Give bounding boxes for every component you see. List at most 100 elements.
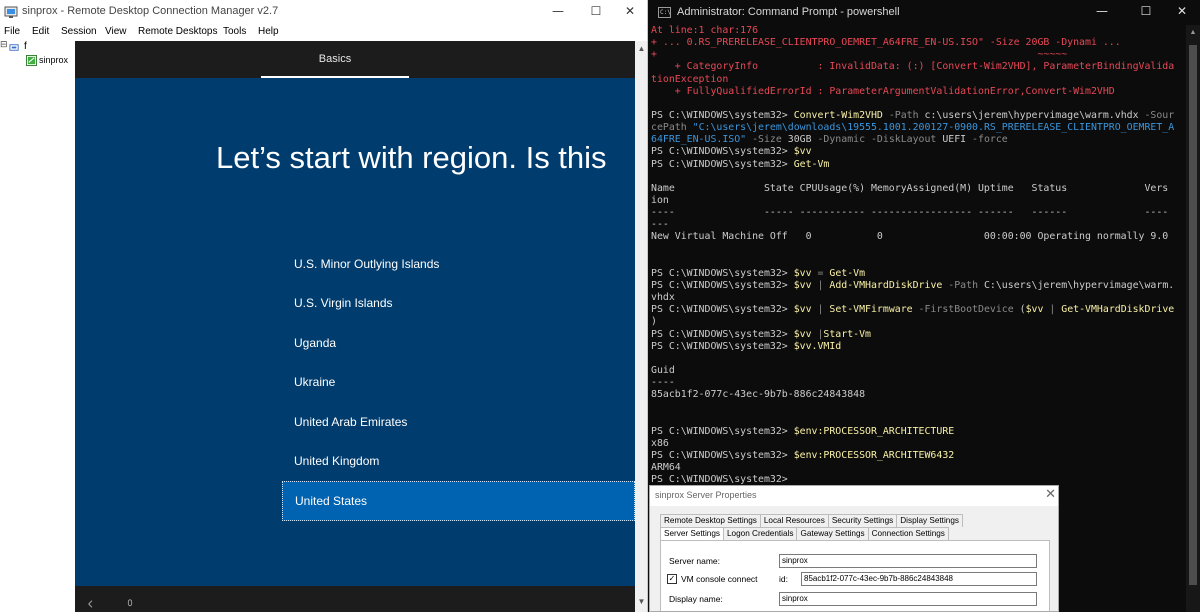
console-line: + CategoryInfo : InvalidData: (:) [Conve…: [651, 61, 1186, 73]
vm-console-checkbox[interactable]: ✓: [667, 574, 677, 584]
vm-id-input[interactable]: 85acb1f2-077c-43ec-9b7b-886c24843848: [801, 572, 1037, 586]
region-item[interactable]: U.S. Virgin Islands: [282, 284, 635, 323]
console-text: PS C:\WINDOWS\system32>: [651, 328, 794, 340]
tab-logon-credentials[interactable]: Logon Credentials: [722, 527, 798, 540]
console-line: x86: [651, 438, 1186, 450]
menu-session[interactable]: Session: [61, 26, 97, 37]
console-text: $vv: [793, 279, 812, 291]
server-tree: ⊟ f sinprox: [0, 40, 74, 612]
console-text: New Virtual Machine Off 0 0 00:00:00 Ope…: [651, 231, 1169, 243]
console-text: $env:PROCESSOR_ARCHITECTURE: [793, 425, 955, 437]
console-text: $env:PROCESSOR_ARCHITEW6432: [793, 449, 955, 461]
scroll-down-icon[interactable]: ▼: [636, 597, 647, 606]
scroll-thumb[interactable]: [1189, 45, 1197, 585]
console-line: 85acb1f2-077c-43ec-9b7b-886c24843848: [651, 389, 1186, 401]
maximize-icon[interactable]: ☐: [1128, 0, 1164, 24]
close-icon[interactable]: ✕: [612, 0, 647, 24]
maximize-icon[interactable]: ☐: [578, 0, 614, 24]
menu-remote-desktops[interactable]: Remote Desktops: [138, 26, 217, 37]
scroll-up-icon[interactable]: ▲: [1186, 29, 1200, 36]
minimize-icon[interactable]: —: [540, 0, 576, 24]
console-text: -Path: [942, 279, 984, 291]
console-text: Start-Vm: [823, 328, 871, 340]
console-text: + CategoryInfo : InvalidData: (:) [Conve…: [651, 61, 1175, 73]
console-output[interactable]: At line:1 char:176 + ... 0.RS_PRERELEASE_…: [651, 25, 1186, 485]
tree-group-f[interactable]: ⊟ f: [0, 40, 70, 55]
tab-local-resources[interactable]: Local Resources: [759, 514, 829, 527]
tree-expand-icon[interactable]: ⊟: [0, 40, 8, 50]
region-item[interactable]: U.S. Minor Outlying Islands: [282, 245, 635, 284]
menu-view[interactable]: View: [105, 26, 127, 37]
menu-file[interactable]: File: [4, 26, 20, 37]
powershell-title-bar[interactable]: C:\ Administrator: Command Prompt - powe…: [648, 0, 1200, 25]
server-name-input[interactable]: sinprox: [779, 554, 1037, 568]
server-name-label: Server name:: [669, 556, 721, 566]
microphone-icon[interactable]: [125, 599, 135, 609]
minimize-icon[interactable]: —: [1084, 0, 1120, 24]
id-label: id:: [779, 574, 788, 584]
console-text: PS C:\WINDOWS\system32>: [651, 158, 794, 170]
console-text: 30GB: [787, 134, 812, 146]
console-text: PS C:\WINDOWS\system32>: [651, 267, 794, 279]
region-item[interactable]: United Kingdom: [282, 442, 635, 481]
tab-gateway-settings[interactable]: Gateway Settings: [796, 527, 869, 540]
console-line: ----: [651, 377, 1186, 389]
console-text: Name State CPUUsage(%) MemoryAssigned(M)…: [651, 182, 1169, 194]
dialog-title-bar[interactable]: sinprox Server Properties ✕: [650, 486, 1058, 506]
display-name-input[interactable]: sinprox: [779, 592, 1037, 606]
console-line: PS C:\WINDOWS\system32> Get-Vm: [651, 159, 1186, 171]
console-line: At line:1 char:176: [651, 25, 1186, 37]
region-list[interactable]: U.S. Minor Outlying Islands U.S. Virgin …: [282, 245, 635, 521]
console-text: Convert-Wim2VHD: [793, 109, 883, 121]
rdcman-title-bar[interactable]: sinprox - Remote Desktop Connection Mana…: [0, 0, 647, 24]
console-text: $vv: [793, 146, 812, 158]
console-text: $vv: [793, 328, 812, 340]
tree-server-sinprox[interactable]: sinprox: [22, 54, 74, 68]
session-scrollbar[interactable]: ▲ ▼: [635, 41, 647, 612]
region-item-selected[interactable]: United States: [282, 481, 635, 521]
console-text: + FullyQualifiedErrorId : ParameterArgum…: [651, 85, 1115, 97]
oobe-bottom-bar: [75, 586, 635, 612]
console-text: x86: [651, 437, 669, 449]
console-scrollbar[interactable]: ▲: [1186, 25, 1200, 612]
console-text: -force: [966, 134, 1008, 146]
console-text: PS C:\WINDOWS\system32>: [651, 449, 794, 461]
region-item[interactable]: Ukraine: [282, 363, 635, 402]
console-text: -Path: [882, 109, 925, 121]
console-text: PS C:\WINDOWS\system32>: [651, 425, 794, 437]
scroll-up-icon[interactable]: ▲: [636, 44, 647, 53]
region-item[interactable]: United Arab Emirates: [282, 403, 635, 442]
tab-security-settings[interactable]: Security Settings: [827, 514, 898, 527]
tab-remote-desktop-settings[interactable]: Remote Desktop Settings: [660, 514, 761, 527]
console-line: Name State CPUUsage(%) MemoryAssigned(M)…: [651, 183, 1186, 195]
console-text: |: [1043, 304, 1062, 316]
console-line: Guid: [651, 365, 1186, 377]
console-line: PS C:\WINDOWS\system32> $vv | Add-VMHard…: [651, 280, 1186, 292]
console-text: -Size: [746, 134, 788, 146]
console-text: tionException: [651, 73, 729, 85]
console-line: + ... 0.RS_PRERELEASE_CLIENTPRO_OEMRET_A…: [651, 37, 1186, 49]
remote-session-view[interactable]: Basics Let’s start with region. Is this …: [75, 41, 635, 612]
accessibility-icon[interactable]: [87, 599, 97, 609]
menu-help[interactable]: Help: [258, 26, 279, 37]
region-item[interactable]: Uganda: [282, 324, 635, 363]
console-line: PS C:\WINDOWS\system32> Convert-Wim2VHD …: [651, 110, 1186, 122]
tab-connection-settings[interactable]: Connection Settings: [867, 527, 949, 540]
console-text: PS C:\WINDOWS\system32>: [651, 304, 794, 316]
dialog-title: sinprox Server Properties: [655, 490, 757, 500]
close-icon[interactable]: ✕: [1045, 487, 1056, 502]
menu-tools[interactable]: Tools: [223, 26, 246, 37]
console-line: + FullyQualifiedErrorId : ParameterArgum…: [651, 86, 1186, 98]
console-text: Set-VMFirmware: [829, 304, 913, 316]
console-line: ion: [651, 195, 1186, 207]
tab-display-settings[interactable]: Display Settings: [896, 514, 963, 527]
console-text: |: [811, 328, 824, 340]
tree-group-label: f: [24, 41, 27, 52]
menu-edit[interactable]: Edit: [32, 26, 49, 37]
console-icon: C:\: [658, 7, 671, 18]
close-icon[interactable]: ✕: [1164, 0, 1200, 24]
